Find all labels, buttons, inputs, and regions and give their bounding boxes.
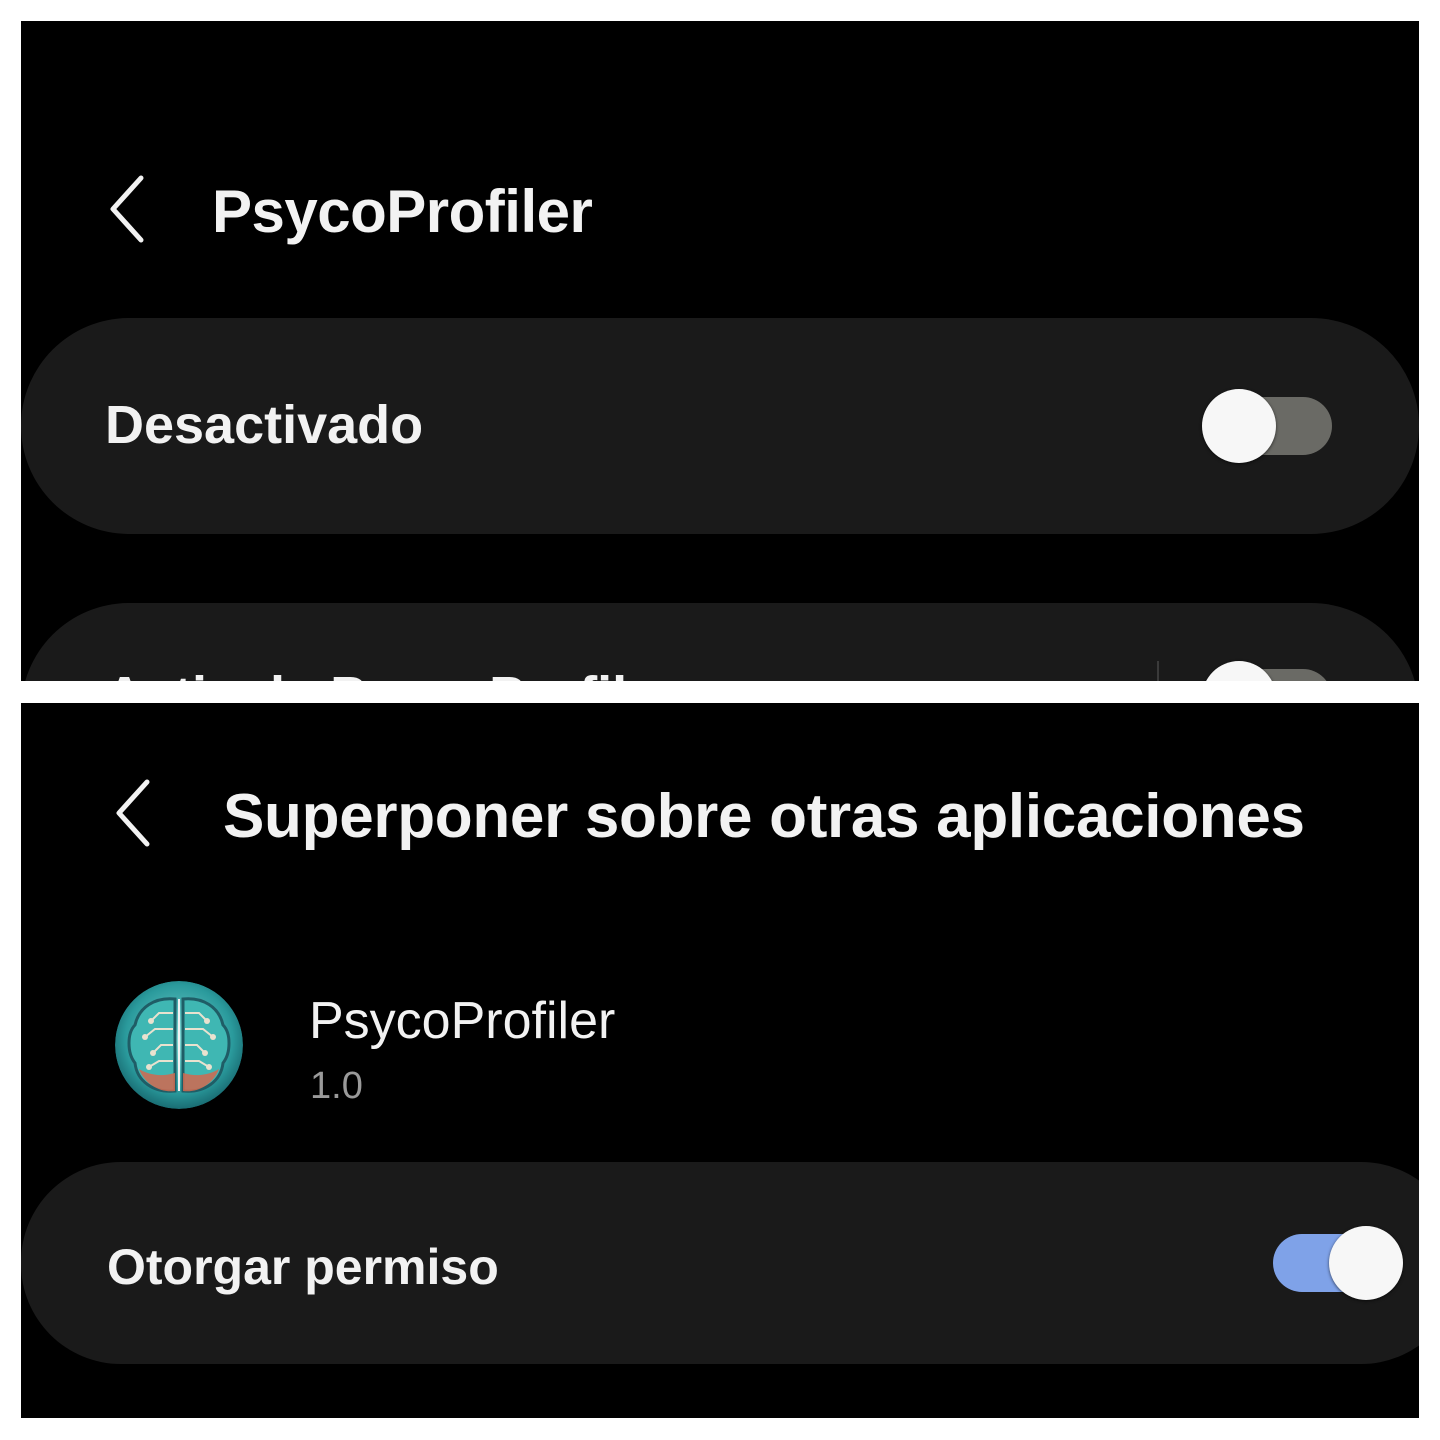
overlay-permission-screen: Superponer sobre otras aplicaciones Psyc… (21, 703, 1419, 1418)
page-title: PsycoProfiler (212, 178, 593, 245)
vertical-divider (1157, 661, 1159, 681)
main-toggle-switch[interactable] (1202, 389, 1332, 463)
second-switch-card[interactable]: Activ de PsycoProfiler (21, 603, 1419, 681)
chevron-left-icon (110, 175, 144, 243)
app-settings-screen: PsycoProfiler Desactivado Activ de Psyco… (21, 21, 1419, 681)
chevron-left-icon (116, 779, 150, 847)
main-switch-label: Desactivado (105, 395, 424, 455)
permission-label: Otorgar permiso (107, 1239, 499, 1295)
second-toggle-switch[interactable] (1202, 661, 1332, 681)
app-name: PsycoProfiler (309, 992, 616, 1050)
toggle-knob (1202, 389, 1276, 463)
toggle-knob (1202, 661, 1276, 681)
permission-toggle-switch[interactable] (1273, 1226, 1403, 1300)
brain-icon (115, 981, 243, 1109)
permission-card[interactable]: Otorgar permiso (21, 1162, 1419, 1364)
main-switch-card[interactable]: Desactivado (21, 318, 1419, 534)
page-title: Superponer sobre otras aplicaciones (223, 782, 1305, 851)
back-button[interactable] (97, 169, 157, 249)
second-switch-label: Activ de PsycoProfiler (105, 665, 678, 681)
toggle-knob (1329, 1226, 1403, 1300)
back-button[interactable] (103, 773, 163, 853)
app-version: 1.0 (310, 1065, 363, 1107)
